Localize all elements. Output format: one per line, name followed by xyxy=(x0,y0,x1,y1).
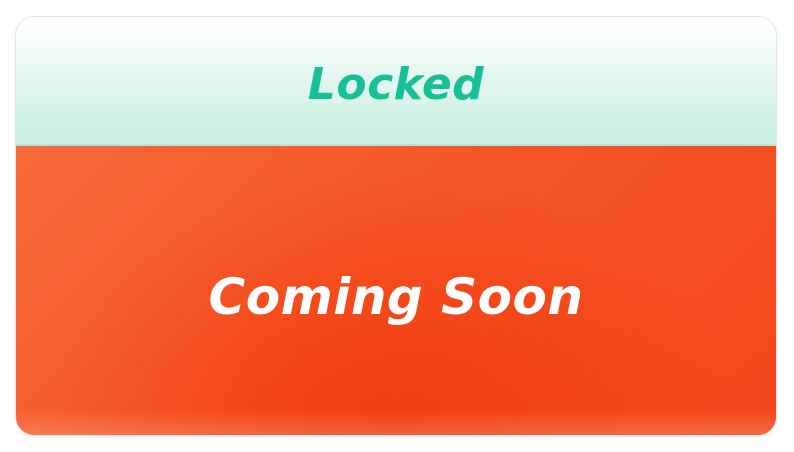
card-header: Locked xyxy=(16,17,776,146)
locked-card: Locked Coming Soon xyxy=(16,17,776,435)
coming-soon-text: Coming Soon xyxy=(208,268,584,326)
card-body: Coming Soon xyxy=(16,146,776,435)
locked-title: Locked xyxy=(307,59,485,110)
